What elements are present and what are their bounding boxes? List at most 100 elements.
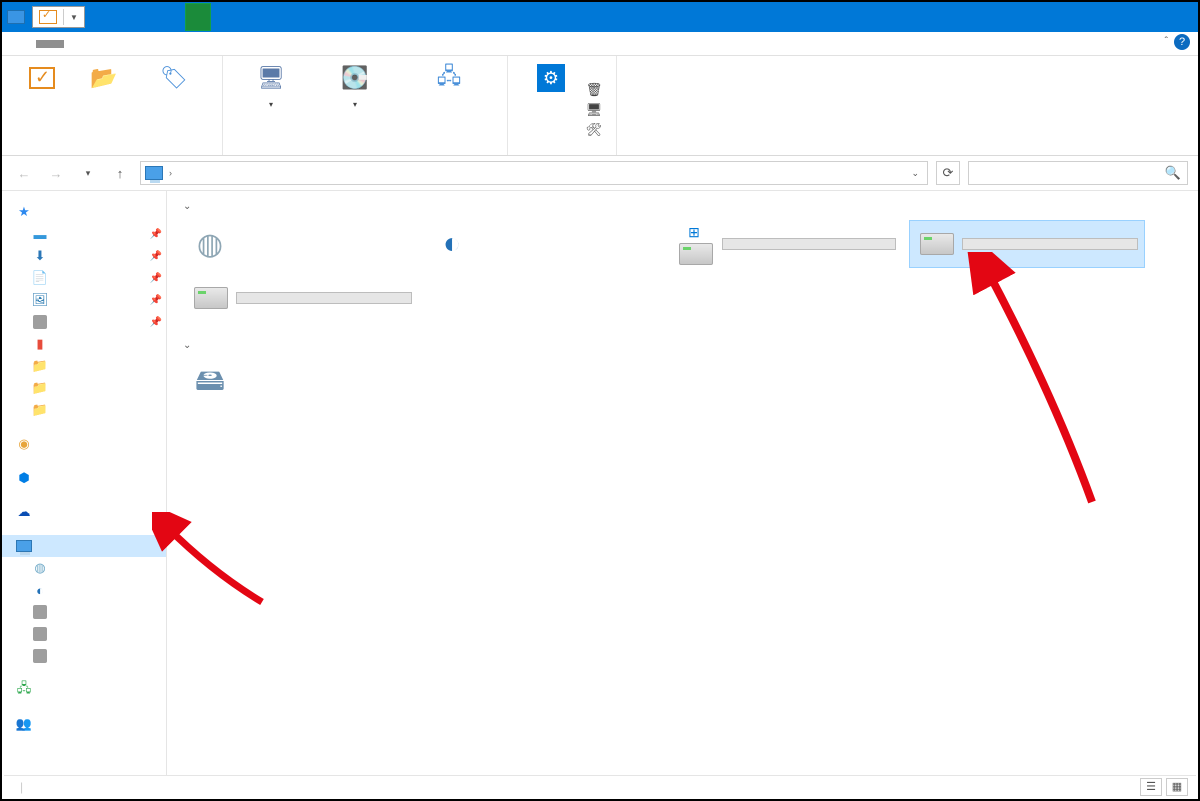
- qat-dropdown-icon[interactable]: ▼: [70, 13, 78, 22]
- manage-button[interactable]: 🛠: [586, 122, 608, 138]
- sidebar-disk-c[interactable]: [2, 601, 166, 623]
- sidebar-workflow[interactable]: 📁: [2, 377, 166, 399]
- pin-icon: 📌: [150, 251, 162, 262]
- sidebar-downloads[interactable]: ⬇📌: [2, 245, 166, 267]
- address-dropdown-icon[interactable]: ⌄: [907, 168, 923, 179]
- open-button[interactable]: 📂: [78, 60, 130, 149]
- group-label-system: [576, 140, 876, 146]
- media-icon: 🖥: [255, 62, 287, 94]
- usage-bar: [962, 238, 1138, 250]
- nav-recent-dropdown[interactable]: ▾: [76, 161, 100, 185]
- nav-forward-button[interactable]: →: [44, 161, 68, 185]
- nav-back-button[interactable]: ←: [12, 161, 36, 185]
- titlebar: ▼: [2, 2, 1198, 32]
- search-icon: 🔍: [1165, 165, 1181, 181]
- network-drive-icon: 🖴: [190, 363, 230, 403]
- refresh-button[interactable]: ⟳: [936, 161, 960, 185]
- uninstall-program-button[interactable]: 🗑: [586, 82, 608, 98]
- chevron-down-icon: ⌄: [183, 340, 191, 351]
- navigation-pane: ★ ▬📌 ⬇📌 📄📌 🖼📌 📌 ▮ 📁 📁 📁 ◉ ⬢ ☁ ◍ ◐ 🖧 👥: [2, 191, 166, 784]
- sidebar-creative-cloud[interactable]: ◉: [2, 433, 166, 455]
- ribbon: ✓ 📂 🏷 🖥 ▾ 💽 ▾ 🖧: [2, 56, 1198, 156]
- qat-properties-icon[interactable]: [39, 10, 57, 24]
- pin-icon: 📌: [150, 317, 162, 328]
- sidebar-onedrive[interactable]: ☁: [2, 501, 166, 523]
- group-network-header[interactable]: ⌄: [183, 340, 1182, 351]
- chevron-down-icon: ⌄: [183, 201, 191, 212]
- media-access-button[interactable]: 🖥 ▾: [231, 60, 311, 149]
- app-icon: [2, 3, 30, 31]
- ribbon-group-system: ⚙ 🗑 🖥 🛠: [508, 56, 617, 155]
- drive-icon: [32, 604, 48, 620]
- usage-bar: [236, 292, 412, 304]
- settings-gear-icon: ⚙: [535, 62, 567, 94]
- help-icon[interactable]: ?: [1174, 34, 1190, 50]
- quick-access-toolbar[interactable]: ▼: [32, 6, 85, 28]
- sidebar-desktop[interactable]: ▬📌: [2, 223, 166, 245]
- tile-a360-drive[interactable]: ◍: [183, 220, 419, 268]
- minimize-button[interactable]: [1060, 2, 1106, 32]
- sidebar-pictures[interactable]: 🖼📌: [2, 289, 166, 311]
- sidebar-local-disk[interactable]: 📌: [2, 311, 166, 333]
- tile-local-disk-f[interactable]: [183, 274, 419, 322]
- this-pc-icon: [145, 166, 163, 180]
- open-folder-icon: 📂: [88, 62, 120, 94]
- maximize-button[interactable]: [1106, 2, 1152, 32]
- sidebar-new-folder[interactable]: 📁: [2, 399, 166, 421]
- tile-network-location[interactable]: 🖴: [183, 359, 243, 407]
- tab-computer[interactable]: [36, 40, 64, 48]
- sidebar-disk-f[interactable]: [2, 645, 166, 667]
- onedrive-icon: ☁: [16, 504, 32, 520]
- view-tiles-button[interactable]: ▦: [1166, 778, 1188, 796]
- sidebar-google[interactable]: ▮: [2, 333, 166, 355]
- rename-icon: 🏷: [158, 62, 190, 94]
- pin-icon: 📌: [150, 229, 162, 240]
- yandex-icon: ◐: [32, 582, 48, 598]
- open-settings-button[interactable]: ⚙: [516, 60, 586, 96]
- tile-local-disk-e[interactable]: [909, 220, 1145, 268]
- map-drive-button[interactable]: 💽 ▾: [315, 60, 395, 149]
- sidebar-this-pc[interactable]: [2, 535, 166, 557]
- sidebar-quick-access[interactable]: ★: [2, 201, 166, 223]
- system-properties-button[interactable]: 🖥: [586, 102, 608, 118]
- tab-view[interactable]: [64, 40, 92, 48]
- sidebar-network[interactable]: 🖧: [2, 679, 166, 701]
- homegroup-icon: 👥: [16, 716, 32, 732]
- view-details-button[interactable]: ☰: [1140, 778, 1162, 796]
- tab-manage[interactable]: [142, 40, 170, 48]
- uninstall-icon: 🗑: [586, 82, 602, 98]
- properties-button[interactable]: ✓: [10, 60, 74, 149]
- sidebar-yandex[interactable]: ◐: [2, 579, 166, 601]
- sidebar-documents[interactable]: 📄📌: [2, 267, 166, 289]
- pictures-icon: 🖼: [32, 292, 48, 308]
- add-network-location-button[interactable]: 🖧: [399, 60, 499, 149]
- sidebar-disk-e[interactable]: [2, 623, 166, 645]
- sidebar-homegroup[interactable]: 👥: [2, 713, 166, 735]
- close-button[interactable]: [1152, 2, 1198, 32]
- a360-icon: ◍: [190, 224, 230, 264]
- contextual-tab-drive-tools[interactable]: [185, 3, 211, 31]
- search-box[interactable]: 🔍: [968, 161, 1188, 185]
- checkbox-icon: ✓: [26, 62, 58, 94]
- dropbox-icon: ⬢: [16, 470, 32, 486]
- cc-icon: ◉: [16, 436, 32, 452]
- tile-local-disk-c[interactable]: ⊞: [667, 220, 903, 268]
- folder-icon: 📁: [32, 380, 48, 396]
- this-pc-icon: [16, 540, 32, 552]
- folder-icon: ▮: [32, 336, 48, 352]
- windows-icon: ⊞: [688, 224, 700, 241]
- address-bar[interactable]: › ⌄: [140, 161, 928, 185]
- drive-icon: [32, 314, 48, 330]
- sidebar-instagram[interactable]: 📁: [2, 355, 166, 377]
- group-devices-header[interactable]: ⌄: [183, 201, 1182, 212]
- tile-yandex-disk[interactable]: ◐: [425, 220, 661, 268]
- nav-up-button[interactable]: ↑: [108, 161, 132, 185]
- drive-icon: [194, 287, 228, 309]
- rename-button[interactable]: 🏷: [134, 60, 214, 149]
- ribbon-collapse-icon[interactable]: ˆ: [1165, 36, 1168, 47]
- drive-icon: [32, 648, 48, 664]
- sidebar-dropbox[interactable]: ⬢: [2, 467, 166, 489]
- network-icon: 🖧: [16, 682, 32, 698]
- sidebar-a360[interactable]: ◍: [2, 557, 166, 579]
- tab-file[interactable]: [8, 40, 36, 48]
